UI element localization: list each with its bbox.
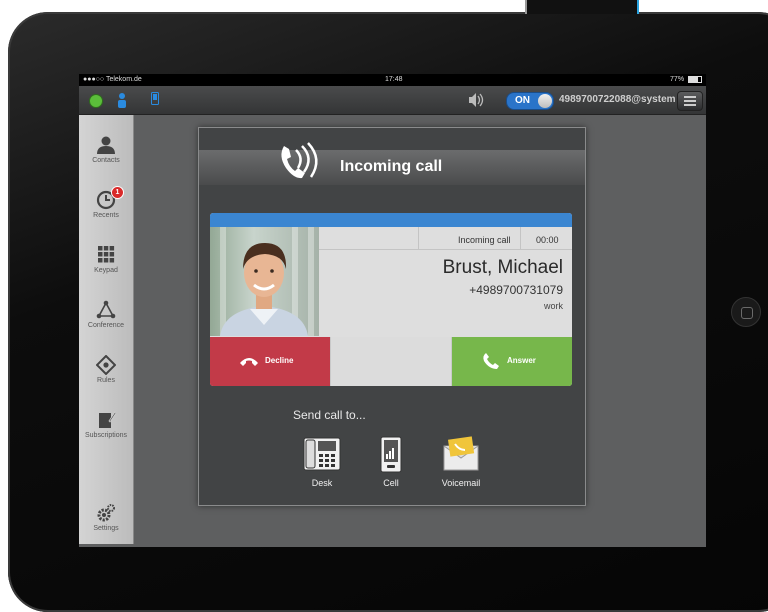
battery-percent: 77% (670, 76, 685, 83)
app-screen: ●●●○○ Telekom.de 17:48 77% ON 4989700722… (79, 74, 706, 547)
toggle-label: ON (515, 95, 530, 106)
sidebar-item-contacts[interactable]: Contacts (79, 135, 133, 185)
card-divider (319, 249, 572, 250)
carrier-label: ●●●○○ Telekom.de (83, 76, 142, 83)
empty-action-slot (330, 337, 452, 386)
send-to-cell-button[interactable]: Cell (361, 436, 421, 488)
target-label: Desk (311, 478, 333, 488)
decline-label: Decline (265, 356, 294, 365)
toggle-knob (538, 94, 552, 108)
conference-icon (96, 300, 116, 319)
sidebar-item-settings[interactable]: Settings (79, 503, 133, 547)
ringing-phone-icon (281, 142, 318, 179)
card-divider (520, 227, 521, 249)
home-button[interactable] (731, 297, 761, 327)
battery-indicator: 77% (670, 74, 702, 86)
caller-number-type: work (543, 301, 563, 311)
menu-line (684, 100, 696, 102)
user-icon[interactable] (117, 92, 127, 108)
top-toolbar: ON 4989700722088@system (79, 86, 706, 115)
cell-phone-icon (380, 436, 402, 473)
target-label: Cell (383, 478, 399, 488)
battery-icon (688, 75, 702, 83)
rules-icon (96, 355, 116, 375)
person-portrait (220, 243, 308, 336)
mobile-device-icon[interactable] (151, 92, 159, 105)
gear-icon (97, 504, 115, 522)
phone-icon (483, 353, 499, 369)
card-accent-bar (210, 213, 572, 227)
sidebar: Contacts 1 Recents Keypad Conference Rul… (79, 115, 134, 544)
recents-badge: 1 (111, 186, 124, 199)
speaker-icon[interactable] (467, 92, 485, 108)
desk-phone-icon (303, 437, 341, 471)
send-call-to-label: Send call to... (293, 408, 366, 422)
sidebar-item-rules[interactable]: Rules (79, 355, 133, 405)
sidebar-item-label: Contacts (92, 157, 120, 164)
sidebar-item-label: Subscriptions (84, 432, 128, 439)
sidebar-item-label: Conference (87, 322, 125, 329)
subscriptions-icon (99, 411, 116, 428)
target-label: Voicemail (441, 478, 481, 488)
hang-up-icon (240, 358, 258, 366)
incoming-call-dialog: Incoming call Incoming call 00:00 Brust,… (198, 127, 586, 506)
dialog-header: Incoming call (199, 142, 585, 185)
voicemail-icon (443, 436, 479, 471)
menu-line (684, 96, 696, 98)
card-divider (418, 227, 419, 249)
caller-number: +4989700731079 (469, 283, 563, 297)
caller-card: Incoming call 00:00 Brust, Michael +4989… (210, 213, 572, 386)
answer-label: Answer (507, 356, 536, 365)
status-bar: ●●●○○ Telekom.de 17:48 77% (79, 74, 706, 86)
sidebar-item-label: Settings (93, 525, 119, 532)
sidebar-item-conference[interactable]: Conference (79, 300, 133, 350)
sidebar-item-label: Rules (97, 377, 115, 384)
caller-photo (210, 227, 319, 336)
menu-button[interactable] (677, 91, 703, 111)
sidebar-item-subscriptions[interactable]: Subscriptions (79, 410, 133, 460)
caller-name: Brust, Michael (442, 257, 563, 278)
call-timer: 00:00 (536, 235, 559, 245)
sidebar-item-recents[interactable]: 1 Recents (79, 186, 133, 240)
sidebar-item-label: Recents (93, 212, 119, 219)
sidebar-item-label: Keypad (94, 267, 118, 274)
keypad-icon (98, 246, 115, 263)
answer-button[interactable]: Answer (452, 337, 572, 386)
sidebar-item-keypad[interactable]: Keypad (79, 245, 133, 295)
presence-status-icon[interactable] (89, 94, 103, 108)
dialog-title: Incoming call (340, 158, 443, 175)
decline-button[interactable]: Decline (210, 337, 330, 386)
battery-fill (689, 76, 699, 82)
availability-toggle[interactable]: ON (506, 92, 554, 110)
clock-label: 17:48 (385, 76, 403, 83)
send-to-voicemail-button[interactable]: Voicemail (431, 436, 491, 488)
contacts-icon (97, 136, 115, 154)
background-device-edge (525, 0, 639, 14)
send-to-desk-button[interactable]: Desk (292, 436, 352, 488)
menu-line (684, 104, 696, 106)
account-label: 4989700722088@system (559, 94, 676, 105)
call-status: Incoming call (458, 235, 511, 245)
home-button-square (741, 307, 753, 319)
